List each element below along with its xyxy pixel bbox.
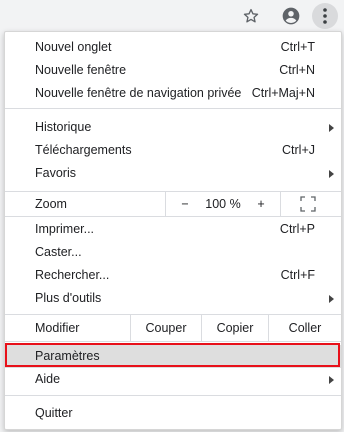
menu-item-label: Historique xyxy=(35,120,92,134)
menu-item-shortcut: Ctrl+N xyxy=(279,63,315,77)
menu-item-find[interactable]: Rechercher... Ctrl+F xyxy=(5,264,341,287)
submenu-arrow-icon xyxy=(329,295,334,303)
menu-item-label: Caster... xyxy=(35,245,82,259)
menu-item-quit[interactable]: Quitter xyxy=(5,402,341,425)
menu-item-more-tools[interactable]: Plus d'outils xyxy=(5,287,341,310)
menu-item-incognito-window[interactable]: Nouvelle fenêtre de navigation privée Ct… xyxy=(5,82,341,105)
menu-item-shortcut: Ctrl+P xyxy=(279,222,315,236)
star-icon xyxy=(243,8,259,23)
edit-row: Modifier Couper Copier Coller xyxy=(5,314,341,342)
fullscreen-button[interactable] xyxy=(300,196,316,215)
menu-item-label: Téléchargements xyxy=(35,143,132,157)
menu-item-bookmarks[interactable]: Favoris xyxy=(5,162,341,185)
menu-separator xyxy=(5,395,341,396)
submenu-arrow-icon xyxy=(329,170,334,178)
menu-item-label: Plus d'outils xyxy=(35,291,102,305)
zoom-in-button[interactable]: + xyxy=(252,196,270,213)
menu-item-label: Nouvelle fenêtre de navigation privée xyxy=(35,86,242,100)
browser-menu: Nouvel onglet Ctrl+T Nouvelle fenêtre Ct… xyxy=(4,31,342,430)
divider xyxy=(280,192,281,216)
menu-item-label: Imprimer... xyxy=(35,222,95,236)
zoom-row: Zoom − 100 % + xyxy=(5,191,341,217)
copy-button[interactable]: Copier xyxy=(202,320,268,337)
menu-separator xyxy=(5,108,341,109)
menu-item-print[interactable]: Imprimer... Ctrl+P xyxy=(5,218,341,241)
menu-item-downloads[interactable]: Téléchargements Ctrl+J xyxy=(5,139,341,162)
menu-item-new-window[interactable]: Nouvelle fenêtre Ctrl+N xyxy=(5,59,341,82)
zoom-level-value: 100 % xyxy=(205,197,241,211)
menu-item-label: Quitter xyxy=(35,406,73,420)
menu-item-shortcut: Ctrl+J xyxy=(282,143,315,157)
menu-item-label: Aide xyxy=(35,372,61,386)
account-circle-icon xyxy=(282,7,300,25)
submenu-arrow-icon xyxy=(329,376,334,384)
paste-button[interactable]: Coller xyxy=(269,320,341,337)
menu-item-shortcut: Ctrl+F xyxy=(280,268,315,282)
edit-label: Modifier xyxy=(35,321,80,335)
cut-button[interactable]: Couper xyxy=(131,320,201,337)
menu-item-label: Rechercher... xyxy=(35,268,110,282)
browser-toolbar xyxy=(0,0,344,32)
menu-item-label: Favoris xyxy=(35,166,76,180)
browser-menu-button[interactable] xyxy=(312,3,338,29)
fullscreen-icon xyxy=(300,196,316,212)
menu-item-history[interactable]: Historique xyxy=(5,116,341,139)
menu-item-new-tab[interactable]: Nouvel onglet Ctrl+T xyxy=(5,36,341,59)
zoom-label: Zoom xyxy=(35,197,67,211)
menu-item-label: Nouvel onglet xyxy=(35,40,112,54)
profile-button[interactable] xyxy=(278,3,304,29)
divider xyxy=(165,192,166,216)
menu-item-cast[interactable]: Caster... xyxy=(5,241,341,264)
menu-item-label: Nouvelle fenêtre xyxy=(35,63,127,77)
annotation-highlight-box xyxy=(5,343,340,367)
bookmark-star-button[interactable] xyxy=(238,3,264,29)
menu-item-help[interactable]: Aide xyxy=(5,368,341,391)
zoom-out-button[interactable]: − xyxy=(176,196,194,213)
menu-item-shortcut: Ctrl+T xyxy=(280,40,315,54)
three-dots-vertical-icon xyxy=(323,8,327,24)
submenu-arrow-icon xyxy=(329,124,334,132)
menu-item-shortcut: Ctrl+Maj+N xyxy=(251,86,315,100)
